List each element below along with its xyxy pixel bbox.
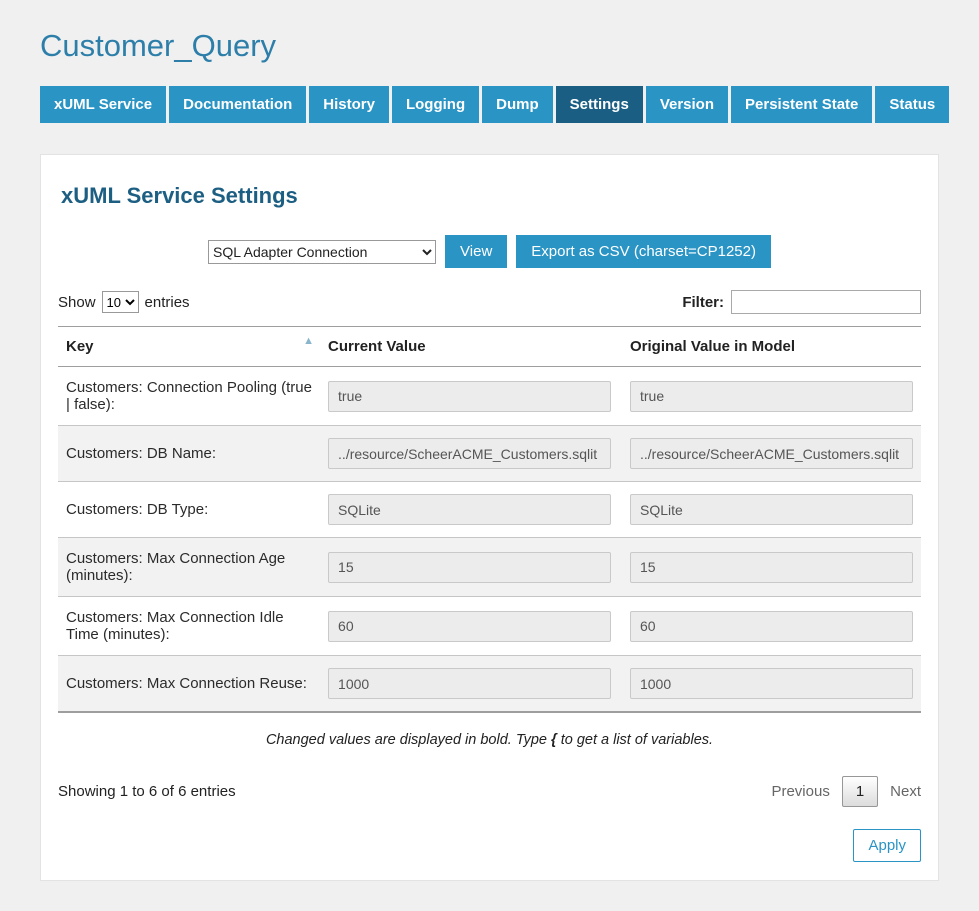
column-header-original-value[interactable]: Original Value in Model: [622, 327, 921, 367]
original-value-input[interactable]: [630, 611, 913, 642]
tab-xuml-service[interactable]: xUML Service: [40, 86, 166, 123]
apply-button[interactable]: Apply: [853, 829, 921, 862]
previous-page-button[interactable]: Previous: [771, 783, 829, 800]
column-header-key-label: Key: [66, 338, 94, 355]
original-value-input[interactable]: [630, 494, 913, 525]
tab-persistent-state[interactable]: Persistent State: [731, 86, 872, 123]
table-header-row: Key ▲ Current Value Original Value in Mo…: [58, 327, 921, 367]
adapter-type-select[interactable]: SQL Adapter Connection: [208, 240, 436, 264]
table-row: Customers: DB Type:: [58, 482, 921, 538]
show-entries-control: Show 10 entries: [58, 291, 190, 313]
filter-input[interactable]: [731, 290, 921, 314]
filter-control: Filter:: [682, 290, 921, 314]
tab-history[interactable]: History: [309, 86, 389, 123]
panel-heading: xUML Service Settings: [58, 175, 921, 235]
tab-version[interactable]: Version: [646, 86, 728, 123]
tab-documentation[interactable]: Documentation: [169, 86, 306, 123]
tab-bar: xUML Service Documentation History Loggi…: [40, 86, 939, 123]
page-size-select[interactable]: 10: [102, 291, 139, 313]
current-value-input[interactable]: [328, 668, 611, 699]
current-value-input[interactable]: [328, 494, 611, 525]
pagination: Previous 1 Next: [771, 776, 921, 807]
column-header-current-value[interactable]: Current Value: [320, 327, 622, 367]
note-prefix: Changed values are displayed in bold. Ty…: [266, 732, 551, 748]
current-value-input[interactable]: [328, 552, 611, 583]
changed-values-note: Changed values are displayed in bold. Ty…: [58, 713, 921, 772]
showing-entries-text: Showing 1 to 6 of 6 entries: [58, 783, 236, 800]
page-title: Customer_Query: [40, 18, 939, 86]
current-value-input[interactable]: [328, 438, 611, 469]
sort-ascending-icon: ▲: [303, 335, 314, 347]
current-value-input[interactable]: [328, 381, 611, 412]
tab-dump[interactable]: Dump: [482, 86, 553, 123]
table-row: Customers: DB Name:: [58, 426, 921, 482]
setting-key: Customers: Connection Pooling (true | fa…: [58, 367, 320, 426]
entries-label: entries: [145, 294, 190, 311]
original-value-input[interactable]: [630, 552, 913, 583]
settings-table: Key ▲ Current Value Original Value in Mo…: [58, 326, 921, 713]
original-value-input[interactable]: [630, 438, 913, 469]
tab-status[interactable]: Status: [875, 86, 949, 123]
export-csv-button[interactable]: Export as CSV (charset=CP1252): [516, 235, 771, 268]
table-row: Customers: Connection Pooling (true | fa…: [58, 367, 921, 426]
table-row: Customers: Max Connection Reuse:: [58, 656, 921, 713]
next-page-button[interactable]: Next: [890, 783, 921, 800]
tab-settings[interactable]: Settings: [556, 86, 643, 123]
view-button[interactable]: View: [445, 235, 507, 268]
page: Customer_Query xUML Service Documentatio…: [0, 0, 979, 911]
setting-key: Customers: Max Connection Age (minutes):: [58, 538, 320, 597]
tab-logging[interactable]: Logging: [392, 86, 479, 123]
setting-key: Customers: Max Connection Reuse:: [58, 656, 320, 713]
note-suffix: to get a list of variables.: [557, 732, 713, 748]
setting-key: Customers: DB Type:: [58, 482, 320, 538]
settings-panel: xUML Service Settings SQL Adapter Connec…: [40, 154, 939, 881]
setting-key: Customers: DB Name:: [58, 426, 320, 482]
filter-label: Filter:: [682, 294, 724, 311]
table-row: Customers: Max Connection Idle Time (min…: [58, 597, 921, 656]
show-label: Show: [58, 294, 96, 311]
page-number-button[interactable]: 1: [842, 776, 878, 807]
column-header-key[interactable]: Key ▲: [58, 327, 320, 367]
original-value-input[interactable]: [630, 381, 913, 412]
original-value-input[interactable]: [630, 668, 913, 699]
apply-row: Apply: [58, 829, 921, 866]
setting-key: Customers: Max Connection Idle Time (min…: [58, 597, 320, 656]
table-footer: Showing 1 to 6 of 6 entries Previous 1 N…: [58, 772, 921, 829]
adapter-controls-row: SQL Adapter Connection View Export as CS…: [58, 235, 921, 288]
table-row: Customers: Max Connection Age (minutes):: [58, 538, 921, 597]
current-value-input[interactable]: [328, 611, 611, 642]
table-controls: Show 10 entries Filter:: [58, 288, 921, 326]
